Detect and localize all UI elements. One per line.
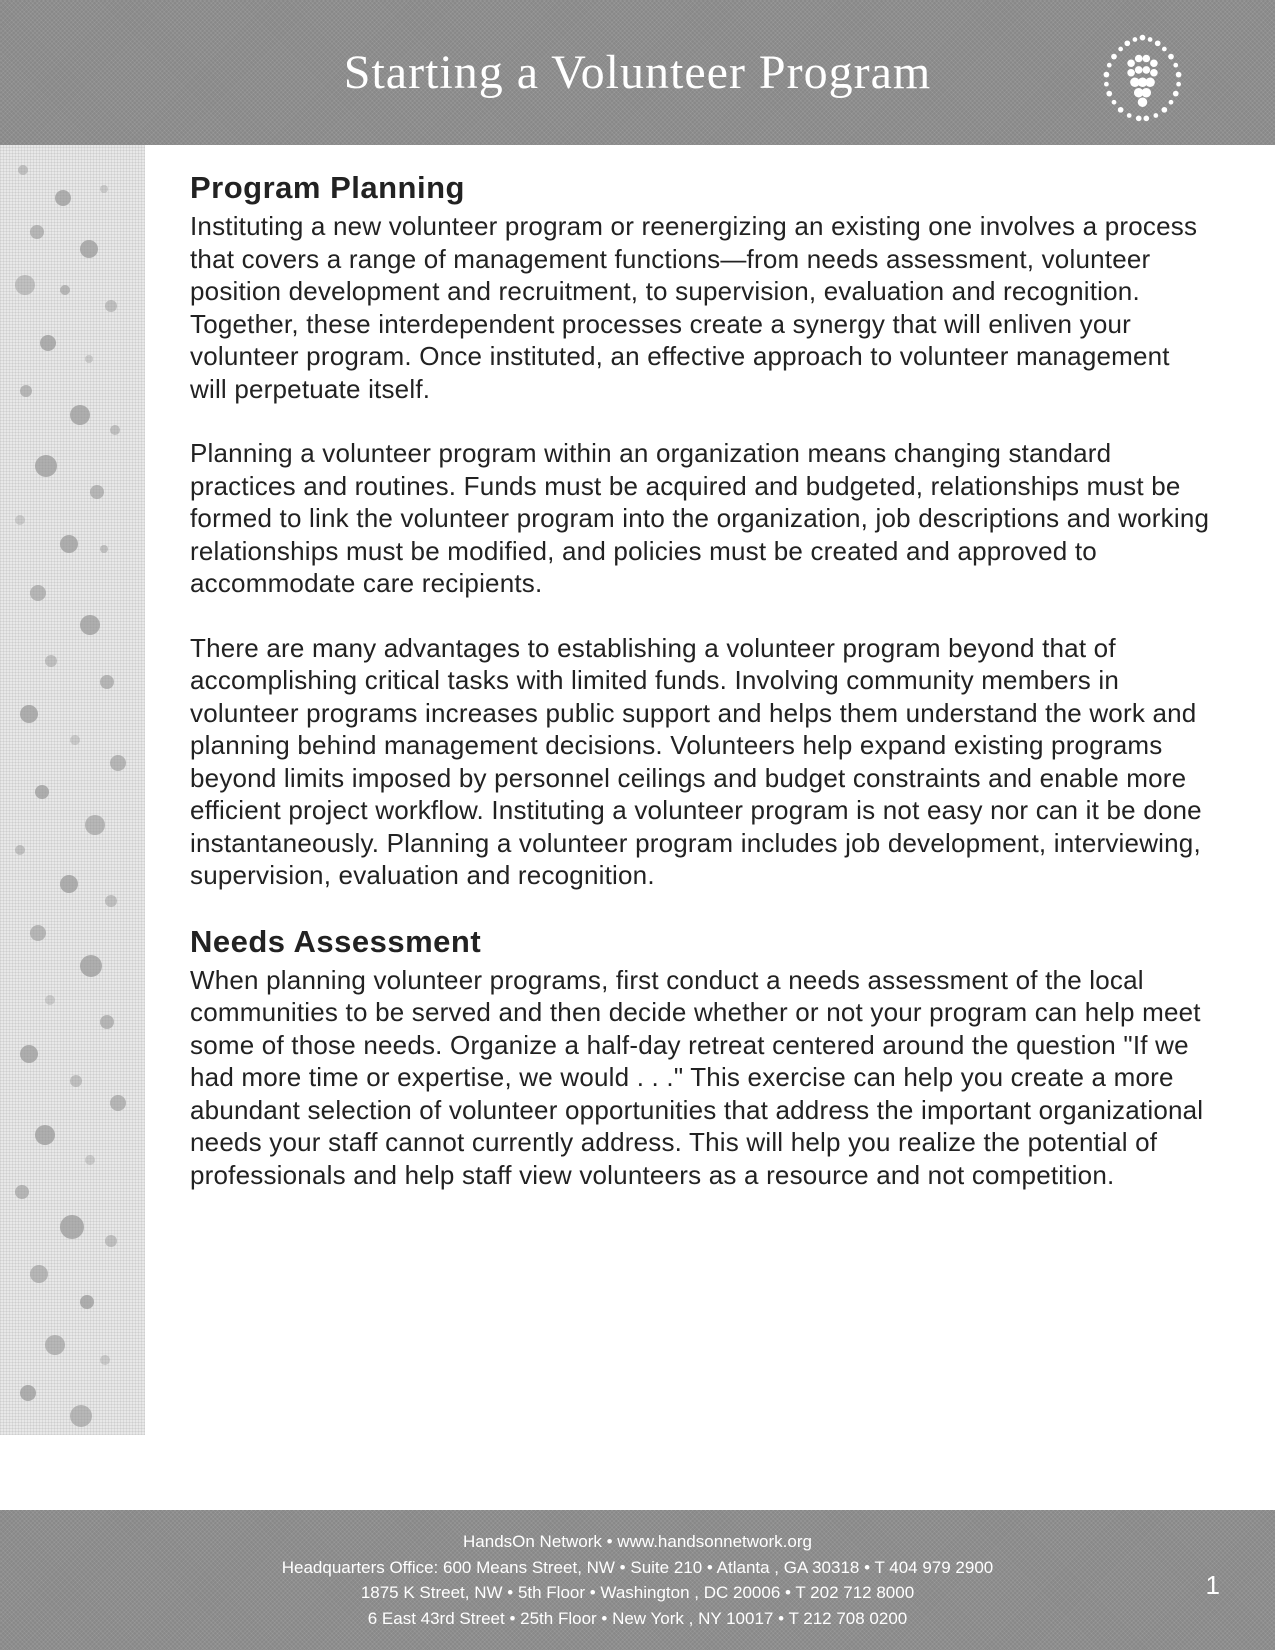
decorative-sidebar — [0, 145, 145, 1435]
footer-line: 6 East 43rd Street • 25th Floor • New Yo… — [368, 1606, 908, 1632]
document-body: Program Planning Instituting a new volun… — [190, 170, 1210, 1223]
footer-line: HandsOn Network • www.handsonnetwork.org — [463, 1529, 812, 1555]
paragraph: When planning volunteer programs, first … — [190, 964, 1210, 1192]
footer-line: Headquarters Office: 600 Means Street, N… — [282, 1555, 994, 1581]
footer-line: 1875 K Street, NW • 5th Floor • Washingt… — [361, 1580, 914, 1606]
document-title: Starting a Volunteer Program — [344, 45, 931, 100]
paragraph: There are many advantages to establishin… — [190, 632, 1210, 892]
handson-logo-icon — [1095, 30, 1190, 125]
section-heading: Program Planning — [190, 170, 1210, 206]
section-heading: Needs Assessment — [190, 924, 1210, 960]
paragraph: Instituting a new volunteer program or r… — [190, 210, 1210, 405]
paragraph: Planning a volunteer program within an o… — [190, 437, 1210, 600]
page-number: 1 — [1206, 1566, 1220, 1605]
document-header: Starting a Volunteer Program — [0, 0, 1275, 145]
document-footer: HandsOn Network • www.handsonnetwork.org… — [0, 1510, 1275, 1650]
